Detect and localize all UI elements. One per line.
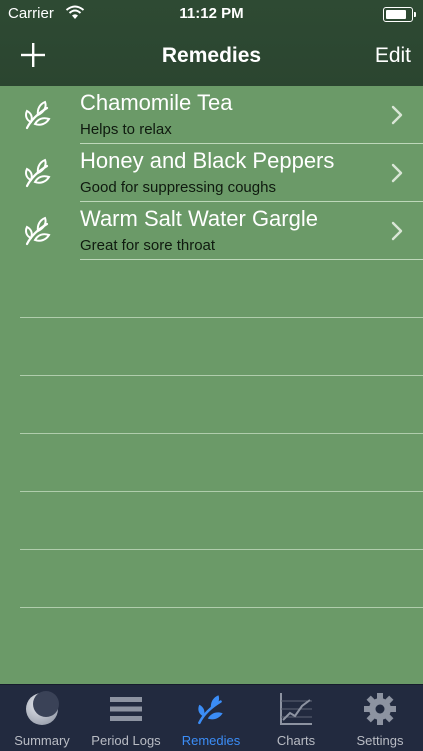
remedy-title: Chamomile Tea <box>80 90 233 115</box>
chevron-right-icon <box>391 163 403 183</box>
leaf-icon <box>23 98 53 132</box>
status-bar: Carrier 11:12 PM <box>0 0 423 28</box>
tab-period-logs[interactable]: Period Logs <box>84 685 168 751</box>
status-time: 11:12 PM <box>179 5 244 22</box>
tab-label: Period Logs <box>91 733 161 748</box>
tab-remedies[interactable]: Remedies <box>169 685 253 751</box>
chart-icon <box>278 691 314 727</box>
edit-button[interactable]: Edit <box>375 44 411 68</box>
gear-icon <box>362 691 398 727</box>
remedy-row[interactable]: Warm Salt Water Gargle Great for sore thr… <box>0 202 423 260</box>
tab-summary[interactable]: Summary <box>0 685 84 751</box>
chevron-right-icon <box>391 105 403 125</box>
list-icon <box>108 691 144 727</box>
empty-row-separator <box>20 317 423 318</box>
page-title: Remedies <box>161 44 262 67</box>
tab-label: Remedies <box>181 733 241 748</box>
remedy-title: Honey and Black Peppers <box>80 148 335 173</box>
chevron-right-icon <box>391 221 403 241</box>
tab-bar: Summary Period Logs Remedies Charts Settings <box>0 684 423 751</box>
remedies-list: Chamomile Tea Helps to relax Honey and Bl… <box>0 86 423 684</box>
moon-icon <box>24 691 60 727</box>
empty-row-separator <box>20 433 423 434</box>
nav-bar: Remedies Edit <box>0 28 423 86</box>
remedy-subtitle: Good for suppressing coughs <box>80 179 276 196</box>
leaf-icon <box>193 691 229 727</box>
row-separator <box>80 259 423 260</box>
battery-icon <box>383 7 416 22</box>
tab-label: Charts <box>276 733 316 748</box>
remedy-subtitle: Helps to relax <box>80 121 172 138</box>
remedy-title: Warm Salt Water Gargle <box>80 206 318 231</box>
leaf-icon <box>23 156 53 190</box>
empty-row-separator <box>20 491 423 492</box>
tab-charts[interactable]: Charts <box>254 685 338 751</box>
remedy-row[interactable]: Chamomile Tea Helps to relax <box>0 86 423 144</box>
leaf-icon <box>23 214 53 248</box>
tab-label: Summary <box>14 733 70 748</box>
empty-row-separator <box>20 549 423 550</box>
empty-row-separator <box>20 375 423 376</box>
tab-settings[interactable]: Settings <box>338 685 422 751</box>
empty-row-separator <box>20 607 423 608</box>
remedy-row[interactable]: Honey and Black Peppers Good for suppress… <box>0 144 423 202</box>
header: Carrier 11:12 PM Remedies Edit <box>0 0 423 86</box>
remedy-subtitle: Great for sore throat <box>80 237 216 254</box>
tab-label: Settings <box>356 733 404 748</box>
